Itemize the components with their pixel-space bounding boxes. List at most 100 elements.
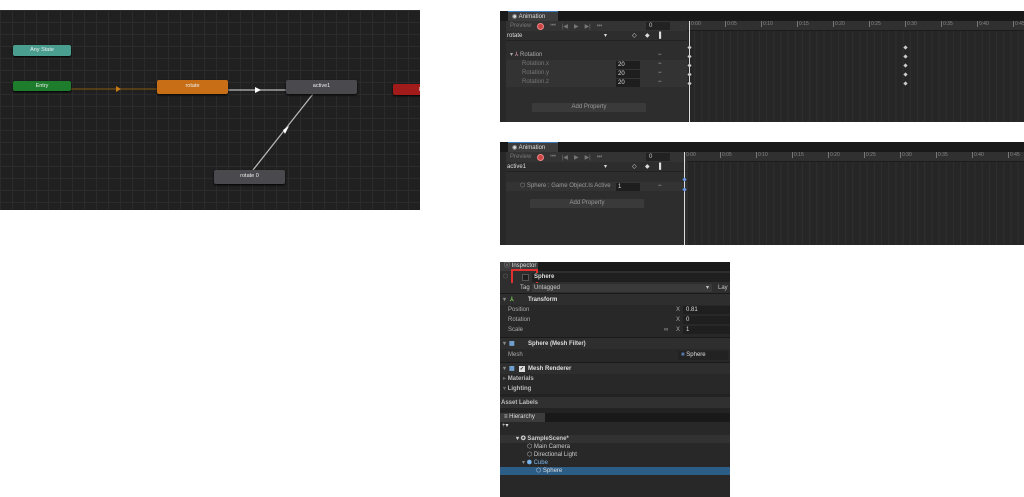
remove-icon[interactable]: − bbox=[658, 60, 662, 69]
hierarchy-item[interactable]: ⬡ Directional Light bbox=[500, 451, 730, 459]
property-row[interactable]: Rotation.z 20 − bbox=[506, 78, 687, 87]
transitions bbox=[71, 86, 314, 171]
play-button[interactable]: ▶ bbox=[574, 23, 579, 30]
keyframe[interactable] bbox=[903, 72, 908, 77]
first-key-button[interactable]: ⏮ bbox=[550, 154, 555, 161]
frame-field[interactable]: 0 bbox=[646, 22, 670, 30]
state-rotate-0[interactable]: rotate 0 bbox=[214, 170, 285, 184]
add-property-button[interactable]: Add Property bbox=[530, 199, 644, 208]
record-button[interactable] bbox=[537, 22, 545, 30]
next-key-button[interactable]: ▶| bbox=[585, 23, 591, 30]
keyframe[interactable] bbox=[903, 45, 908, 50]
animation-icon: ◉ bbox=[512, 14, 519, 20]
object-name-field[interactable]: Sphere bbox=[532, 273, 730, 282]
play-button[interactable]: ▶ bbox=[574, 154, 579, 161]
animation-panel-rotate: ◉ Animation Preview ⏮ |◀ ▶ ▶| ⏭ 0 rotate… bbox=[500, 11, 1024, 122]
scene-item[interactable]: ▾ ✪ SampleScene* bbox=[500, 435, 730, 443]
rotation-x-field[interactable]: 0 bbox=[683, 316, 730, 324]
first-key-button[interactable]: ⏮ bbox=[550, 23, 555, 30]
component-mesh-renderer[interactable]: ▾ ▦ ✓ Mesh Renderer bbox=[500, 362, 730, 374]
time-tick: 0:25 bbox=[869, 21, 881, 27]
keyframe[interactable] bbox=[903, 81, 908, 86]
keyframe[interactable] bbox=[903, 63, 908, 68]
property-value[interactable]: 20 bbox=[616, 61, 640, 69]
playhead[interactable] bbox=[684, 152, 685, 245]
last-key-button[interactable]: ⏭ bbox=[597, 154, 602, 161]
preview-button[interactable]: Preview bbox=[510, 154, 531, 160]
hierarchy-item-selected[interactable]: ⬡ Sphere bbox=[500, 467, 730, 475]
scale-x-field[interactable]: 1 bbox=[683, 326, 730, 334]
link-icon[interactable]: ∞ bbox=[664, 325, 668, 335]
timeline[interactable]: 0:00 0:05 0:10 0:15 0:20 0:25 0:30 0:35 0:40 0:45 bbox=[687, 21, 1024, 122]
position-x-field[interactable]: 0.81 bbox=[683, 306, 730, 314]
keyframe[interactable] bbox=[903, 54, 908, 59]
record-button[interactable] bbox=[537, 153, 545, 161]
mesh-field[interactable]: ■ Sphere bbox=[678, 351, 728, 360]
time-ruler[interactable]: 0:00 0:05 0:10 0:15 0:20 0:25 0:30 0:35 0:40 0:45 bbox=[684, 152, 1024, 162]
remove-icon[interactable]: − bbox=[658, 51, 662, 60]
item-label: Sphere bbox=[542, 468, 563, 474]
animator-graph[interactable]: Any State Entry rotate active1 rotate 0 … bbox=[0, 10, 420, 210]
mesh-value: Sphere bbox=[686, 352, 706, 358]
component-title: Transform bbox=[528, 297, 558, 303]
property-value[interactable]: 20 bbox=[616, 70, 640, 78]
gameobject-icon: ⬡ bbox=[527, 452, 534, 458]
component-transform[interactable]: ▾ ⅄ Transform bbox=[500, 293, 730, 305]
remove-icon[interactable]: − bbox=[658, 182, 662, 191]
prev-key-button[interactable]: |◀ bbox=[562, 23, 568, 30]
component-mesh-filter[interactable]: ▾ ▦ Sphere (Mesh Filter) bbox=[500, 337, 730, 349]
property-row[interactable]: ⬡ Sphere : Game Object.Is Active 1 − bbox=[506, 182, 687, 191]
add-keyframe-icon[interactable]: ◇ bbox=[632, 31, 637, 41]
hierarchy-item[interactable]: ⬡ Main Camera bbox=[500, 443, 730, 451]
property-name: Sphere : Game Object.Is Active bbox=[526, 183, 611, 189]
asset-labels[interactable]: Asset Labels bbox=[500, 394, 730, 408]
preview-button[interactable]: Preview bbox=[510, 23, 531, 29]
keyframe[interactable] bbox=[687, 63, 692, 68]
property-group-rotation[interactable]: ▾ ⅄ Rotation − bbox=[506, 51, 687, 60]
state-exit[interactable]: E bbox=[393, 84, 420, 95]
state-entry[interactable]: Entry bbox=[13, 81, 71, 91]
property-value[interactable]: 20 bbox=[616, 79, 640, 87]
keyframe[interactable] bbox=[687, 81, 692, 86]
tab-animation[interactable]: ◉ Animation bbox=[508, 11, 558, 21]
timeline[interactable]: 0:00 0:05 0:10 0:15 0:20 0:25 0:30 0:35 0:40 0:45 bbox=[682, 152, 1024, 245]
tab-label: Animation bbox=[518, 14, 546, 20]
tag-dropdown[interactable]: Untagged ▾ bbox=[532, 284, 712, 292]
hierarchy-item[interactable]: ▾ ⬢ Cube bbox=[500, 459, 730, 467]
add-event-icon[interactable]: ◆ bbox=[645, 31, 650, 41]
last-key-button[interactable]: ⏭ bbox=[597, 23, 602, 30]
axis-label: X bbox=[676, 317, 681, 323]
tag-value: Untagged bbox=[534, 285, 561, 291]
next-key-button[interactable]: ▶| bbox=[585, 154, 591, 161]
time-tick: 0:15 bbox=[797, 21, 809, 27]
time-tick: 0:35 bbox=[936, 152, 948, 158]
property-row[interactable]: Rotation.x 20 − bbox=[506, 60, 687, 69]
lighting-foldout[interactable]: ▾ Lighting bbox=[500, 384, 730, 394]
keyframe[interactable] bbox=[687, 72, 692, 77]
enabled-checkbox[interactable]: ✓ bbox=[519, 366, 525, 372]
keyframe[interactable] bbox=[687, 54, 692, 59]
remove-icon[interactable]: − bbox=[658, 78, 662, 87]
event-marker-icon[interactable]: ▌ bbox=[659, 162, 663, 172]
property-row[interactable]: Rotation.y 20 − bbox=[506, 69, 687, 78]
add-event-icon[interactable]: ◆ bbox=[645, 162, 650, 172]
materials-foldout[interactable]: ▸ Materials bbox=[500, 374, 730, 384]
prev-key-button[interactable]: |◀ bbox=[562, 154, 568, 161]
add-property-button[interactable]: Add Property bbox=[532, 103, 646, 112]
tab-hierarchy[interactable]: ≡ Hierarchy bbox=[500, 413, 545, 422]
time-tick: 0:20 bbox=[828, 152, 840, 158]
create-button[interactable]: +▾ bbox=[500, 422, 730, 431]
tab-animation[interactable]: ◉ Animation bbox=[508, 142, 558, 152]
state-any-state[interactable]: Any State bbox=[13, 45, 71, 56]
frame-field[interactable]: 0 bbox=[646, 153, 670, 161]
state-rotate[interactable]: rotate bbox=[157, 80, 228, 94]
state-active1[interactable]: active1 bbox=[286, 80, 357, 94]
property-value[interactable]: 1 bbox=[616, 183, 640, 191]
add-keyframe-icon[interactable]: ◇ bbox=[632, 162, 637, 172]
event-marker-icon[interactable]: ▌ bbox=[659, 31, 663, 41]
clip-dropdown[interactable]: rotate ▾ ◇ ◆ ▌ bbox=[506, 31, 687, 41]
keyframe[interactable] bbox=[687, 45, 692, 50]
remove-icon[interactable]: − bbox=[658, 69, 662, 78]
clip-dropdown[interactable]: active1 ▾ ◇ ◆ ▌ bbox=[506, 162, 687, 172]
time-ruler[interactable]: 0:00 0:05 0:10 0:15 0:20 0:25 0:30 0:35 0:40 0:45 bbox=[687, 21, 1024, 31]
